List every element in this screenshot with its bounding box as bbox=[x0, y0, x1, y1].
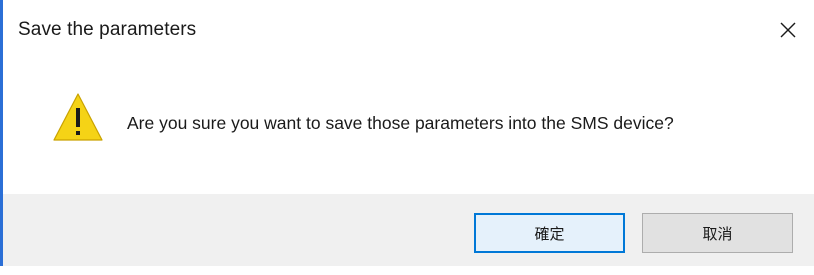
dialog-message: Are you sure you want to save those para… bbox=[127, 113, 674, 133]
close-button[interactable] bbox=[770, 12, 806, 48]
message-dialog: Save the parameters Are you sure you wan… bbox=[0, 0, 814, 275]
warning-icon bbox=[53, 93, 103, 141]
bottom-strip bbox=[0, 266, 814, 275]
ok-button[interactable]: 確定 bbox=[474, 213, 625, 253]
cancel-button[interactable]: 取消 bbox=[642, 213, 793, 253]
close-icon bbox=[780, 22, 796, 38]
dialog-title: Save the parameters bbox=[18, 19, 197, 40]
